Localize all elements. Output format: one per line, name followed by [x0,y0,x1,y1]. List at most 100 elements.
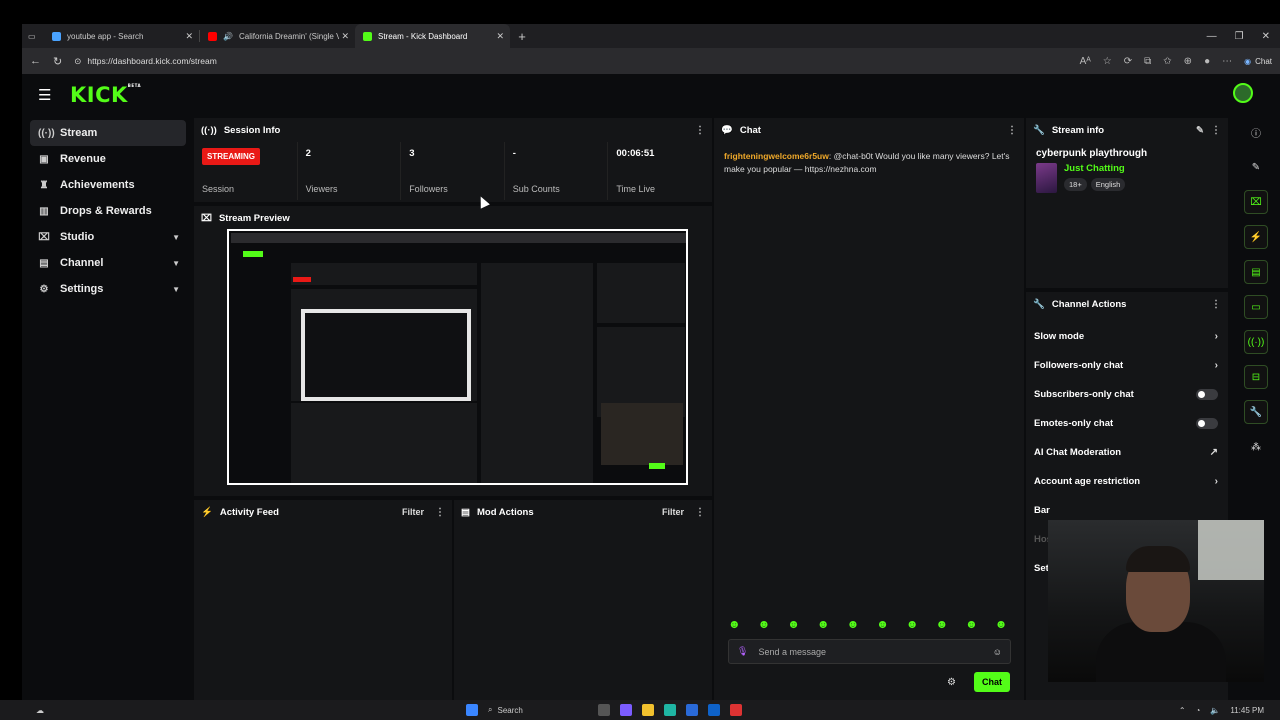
chat-message[interactable]: frighteningwelcome6r5uw: @chat-b0t Would… [714,142,1024,184]
emote-icon[interactable]: ☻ [906,617,919,631]
sidebar-item-channel[interactable]: ▤ Channel ▼ [30,250,186,276]
wrench-icon[interactable]: 🔧 [1244,400,1268,424]
close-window-icon[interactable]: ✕ [1262,31,1270,42]
url-text[interactable]: https://dashboard.kick.com/stream [87,56,216,66]
category-name[interactable]: Just Chatting [1064,163,1125,174]
split-screen-icon[interactable]: ⧉ [1144,56,1151,67]
sidebar-item-drops[interactable]: ▥ Drops & Rewards [30,198,186,224]
back-icon[interactable]: ← [30,55,41,67]
refresh-icon[interactable]: ↻ [53,55,62,68]
broadcast-icon[interactable]: ((·)) [1244,330,1268,354]
emote-icon[interactable]: ☻ [787,617,800,631]
edit-icon[interactable]: ✎ [1244,155,1268,179]
chat-username[interactable]: frighteningwelcome6r5uw [724,151,829,161]
obs-icon[interactable] [730,704,742,716]
restore-icon[interactable]: ❐ [1235,31,1244,42]
more-options-icon[interactable]: ⋮ [1007,125,1017,136]
preview-chat-button [649,463,665,469]
new-tab-button[interactable]: + [510,24,534,48]
chat-settings-icon[interactable]: ⚙ [947,677,956,688]
site-info-icon[interactable]: ⊙ [74,56,81,67]
start-icon[interactable] [466,704,478,716]
extensions-icon[interactable]: ⟳ [1124,56,1132,67]
wifi-icon[interactable]: ◔ [1196,706,1201,715]
emotes-only-toggle[interactable] [1196,418,1218,429]
sidebar-item-revenue[interactable]: ▣ Revenue [30,146,186,172]
emote-icon[interactable]: ☻ [965,617,978,631]
emote-icon[interactable]: ☻ [817,617,830,631]
speaker-icon[interactable]: 🔊 [223,32,233,41]
more-options-icon[interactable]: ⋮ [695,507,705,518]
favorites-icon[interactable]: ✩ [1163,56,1171,67]
emote-icon[interactable]: ☻ [935,617,948,631]
tab-kick-dashboard[interactable]: Stream - Kick Dashboard ✕ [355,24,510,48]
tab-actions-icon[interactable]: ▭ [22,24,44,48]
account-age-row[interactable]: Account age restriction › [1026,467,1228,496]
file-explorer-icon[interactable] [642,704,654,716]
sidebar-item-studio[interactable]: ⌧ Studio ▼ [30,224,186,250]
kick-logo[interactable]: KICKBETA [70,83,141,107]
outlook-icon[interactable] [708,704,720,716]
more-options-icon[interactable]: ⋮ [1211,125,1221,136]
copilot-chat-button[interactable]: ◉ Chat [1244,57,1272,66]
user-avatar[interactable] [1233,83,1253,103]
weather-icon[interactable]: ☁ [36,706,44,715]
volume-icon[interactable]: 🔈 [1210,706,1220,715]
emote-icon[interactable]: ☻ [758,617,771,631]
filter-button[interactable]: Filter [662,507,684,517]
slow-mode-row[interactable]: Slow mode › [1026,322,1228,351]
chat-send-button[interactable]: Chat [974,672,1010,692]
tab-youtube-search[interactable]: youtube app - Search ✕ [44,24,199,48]
collections-icon[interactable]: ⊕ [1184,56,1192,67]
lightning-icon[interactable]: ⚡ [1244,225,1268,249]
emote-icon[interactable]: ☻ [728,617,741,631]
filter-button[interactable]: Filter [402,507,424,517]
address-bar[interactable]: ⊙ https://dashboard.kick.com/stream [74,56,217,67]
task-view-icon[interactable] [598,704,610,716]
minimize-icon[interactable]: — [1207,31,1217,42]
preview-toggle-icon[interactable]: ⌧ [1244,190,1268,214]
emote-icon[interactable]: ☻ [847,617,860,631]
chat-bubble-icon[interactable]: ▭ [1244,295,1268,319]
followers-only-row[interactable]: Followers-only chat › [1026,351,1228,380]
sidebar-item-achievements[interactable]: ♜ Achievements [30,172,186,198]
profile-icon[interactable]: ● [1204,56,1210,67]
chat-input[interactable]: 🎙 Send a message ☺ [728,639,1011,664]
lightning-icon: ⚡ [201,506,213,518]
close-tab-icon[interactable]: ✕ [341,31,349,42]
sidebar-item-label: Achievements [60,179,135,191]
list-icon[interactable]: ▤ [1244,260,1268,284]
more-options-icon[interactable]: ⋮ [695,125,705,136]
close-tab-icon[interactable]: ✕ [496,31,504,42]
read-aloud-icon[interactable]: Aᴬ [1080,56,1091,67]
layout-icon[interactable]: ⊟ [1244,365,1268,389]
favorite-star-icon[interactable]: ☆ [1103,56,1112,67]
tab-california-dreamin[interactable]: 🔊 California Dreamin' (Single V... ✕ [200,24,355,48]
webcam-person-hair [1126,546,1190,572]
sidebar-item-settings[interactable]: ⚙ Settings ▼ [30,276,186,302]
ai-moderation-row[interactable]: AI Chat Moderation ↗ [1026,438,1228,467]
chat-input-placeholder[interactable]: Send a message [758,647,826,657]
sidebar-item-stream[interactable]: ((·)) Stream [30,120,186,146]
edge-icon[interactable] [664,704,676,716]
taskbar-search[interactable]: ⌕ Search [488,705,588,715]
microphone-icon[interactable]: 🎙 [737,646,748,657]
more-icon[interactable]: ⋯ [1222,56,1232,67]
subscribers-only-toggle[interactable] [1196,389,1218,400]
store-icon[interactable] [686,704,698,716]
tray-chevron-icon[interactable]: ⌃ [1179,706,1186,715]
emote-icon[interactable]: ☻ [876,617,889,631]
copilot-app-icon[interactable] [620,704,632,716]
add-widget-icon[interactable]: ⁂ [1244,435,1268,459]
close-tab-icon[interactable]: ✕ [185,31,193,42]
more-options-icon[interactable]: ⋮ [1211,299,1221,310]
emote-icon[interactable]: ☻ [995,617,1008,631]
clock-time[interactable]: 11:45 PM [1230,706,1264,715]
menu-icon[interactable]: ☰ [38,86,62,104]
edit-pencil-icon[interactable]: ✎ [1196,125,1204,136]
info-icon[interactable]: ⓘ [1244,120,1268,144]
emoji-picker-icon[interactable]: ☺ [993,647,1002,657]
preview-badge [293,277,311,282]
stream-preview-video[interactable] [227,229,688,485]
more-options-icon[interactable]: ⋮ [435,507,445,518]
